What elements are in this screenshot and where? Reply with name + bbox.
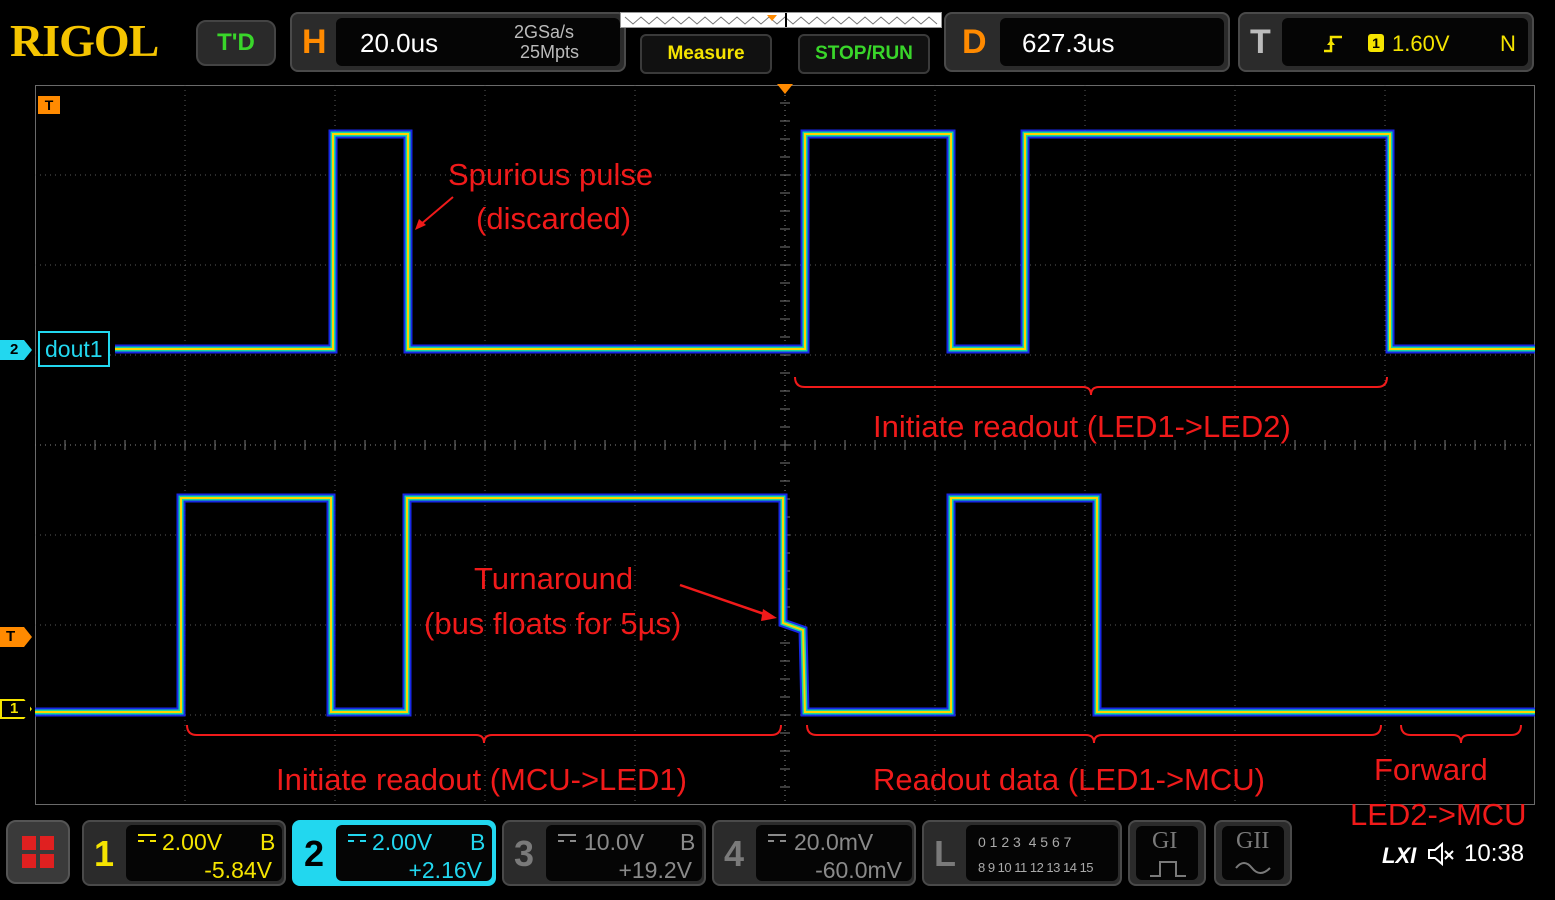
channel-3-panel[interactable]: 3 10.0V B +19.2V (502, 820, 706, 886)
dc-coupling-icon (558, 834, 576, 842)
ch1-offset-marker[interactable]: 1 (0, 699, 32, 719)
waveform-display (35, 85, 1535, 805)
logic-panel[interactable]: L 0 1 2 3 4 5 6 7 8 9 10 11 12 13 14 15 (922, 820, 1122, 886)
bracket-forward (1400, 724, 1522, 744)
channel-1-panel[interactable]: 1 2.00V B -5.84V (82, 820, 286, 886)
channel-1-bw: B (260, 829, 276, 855)
measure-button[interactable]: Measure (640, 34, 772, 74)
menu-button[interactable] (6, 820, 70, 884)
annotation-turnaround-line2: (bus floats for 5µs) (424, 606, 682, 641)
trigger-panel[interactable]: T 1 1.60V N (1238, 12, 1534, 72)
turnaround-arrowhead (761, 609, 777, 621)
trigger-time-marker (777, 84, 793, 94)
logic-label: L (934, 833, 956, 874)
trigger-mode: N (1500, 31, 1516, 56)
ch2-marker-label: 2 (10, 341, 19, 358)
ch2-waveform (115, 131, 1535, 352)
trigger-level-label: T (6, 628, 16, 645)
ch2-waveform-glow (115, 129, 1535, 354)
channel-2-number: 2 (304, 833, 325, 874)
stop-run-button[interactable]: STOP/RUN (798, 34, 930, 74)
memory-position-bar[interactable] (620, 12, 942, 28)
channel-1-offset: -5.84V (204, 857, 272, 883)
channel-4-offset: -60.0mV (815, 857, 902, 883)
spurious-arrow (419, 196, 454, 226)
annotation-readout-led: Initiate readout (LED1->LED2) (873, 409, 1291, 444)
annotation-forward-line2: LED2->MCU (1350, 797, 1527, 832)
dc-coupling-icon (138, 834, 156, 842)
delay-panel[interactable]: D 627.3us (944, 12, 1230, 72)
annotation-forward-line1: Forward (1374, 752, 1488, 787)
logic-channels-row1: 0 1 2 3 4 5 6 7 (978, 834, 1072, 850)
rising-edge-icon (1324, 35, 1342, 53)
memory-waveform-icon (624, 13, 938, 27)
channel-3-offset: +19.2V (618, 857, 692, 883)
rigol-logo: RIGOL (10, 15, 159, 66)
sample-rate: 2GSa/s (514, 22, 575, 42)
ch1-marker-label: 1 (10, 700, 19, 717)
speaker-muted-icon[interactable] (1426, 841, 1456, 867)
ch2-label-tag[interactable]: dout1 (38, 331, 110, 367)
sine-wave-icon (1235, 862, 1271, 874)
trigger-source-badge: 1 (1368, 34, 1384, 52)
channel-3-number: 3 (514, 833, 535, 874)
bracket-led1-led2 (794, 376, 1388, 396)
pulse-icon (1150, 861, 1186, 877)
logic-channels-row2: 8 9 10 11 12 13 14 15 (978, 860, 1094, 875)
channel-3-scale: 10.0V (584, 829, 645, 855)
decoder-2-label: GII (1236, 828, 1270, 854)
channel-2-panel[interactable]: 2 2.00V B +2.16V (292, 820, 496, 886)
decoder-1-button[interactable]: GI (1128, 820, 1206, 886)
annotation-readout-mcu: Initiate readout (MCU->LED1) (276, 762, 687, 797)
turnaround-arrow (679, 583, 768, 617)
timebase-value: 20.0us (360, 28, 439, 58)
mode-button[interactable]: T'D (196, 20, 276, 66)
annotation-readout-data: Readout data (LED1->MCU) (873, 762, 1265, 797)
decoder-1-label: GI (1152, 828, 1178, 854)
delay-value: 627.3us (1022, 28, 1115, 58)
channel-4-number: 4 (724, 833, 745, 874)
clock: 10:38 (1464, 840, 1525, 867)
trigger-position-marker[interactable]: T (38, 96, 60, 114)
menu-grid-icon (22, 836, 54, 868)
ch2-offset-marker[interactable]: 2 (0, 340, 32, 360)
memory-depth: 25Mpts (520, 42, 580, 62)
channel-2-scale: 2.00V (372, 829, 433, 855)
annotation-spurious-line1: Spurious pulse (448, 157, 654, 192)
channel-4-scale: 20.0mV (794, 829, 874, 855)
trigger-level-marker[interactable]: T (0, 627, 32, 647)
bracket-mcu-led1 (186, 724, 782, 744)
ch2-waveform-core (115, 133, 1535, 350)
delay-label: D (962, 23, 987, 61)
horizontal-panel[interactable]: H 20.0us 2GSa/s 25Mpts (290, 12, 626, 72)
dc-coupling-icon (348, 834, 366, 842)
annotation-turnaround-line1: Turnaround (474, 561, 634, 596)
channel-2-offset: +2.16V (408, 857, 482, 883)
annotation-spurious-line2: (discarded) (476, 201, 632, 236)
channel-3-bw: B (680, 829, 696, 855)
ch1-waveform (35, 495, 1535, 715)
channel-1-number: 1 (94, 833, 115, 874)
decoder-2-button[interactable]: GII (1214, 820, 1292, 886)
trigger-level: 1.60V (1392, 31, 1450, 56)
trigger-label: T (1250, 23, 1271, 61)
horizontal-label: H (302, 23, 327, 61)
bracket-led1-mcu (806, 724, 1382, 744)
dc-coupling-icon (768, 834, 786, 842)
channel-2-bw: B (470, 829, 486, 855)
channel-1-scale: 2.00V (162, 829, 223, 855)
trigger-position-label: T (44, 97, 54, 113)
channel-4-panel[interactable]: 4 20.0mV -60.0mV (712, 820, 916, 886)
lxi-logo: LXI (1382, 843, 1417, 868)
